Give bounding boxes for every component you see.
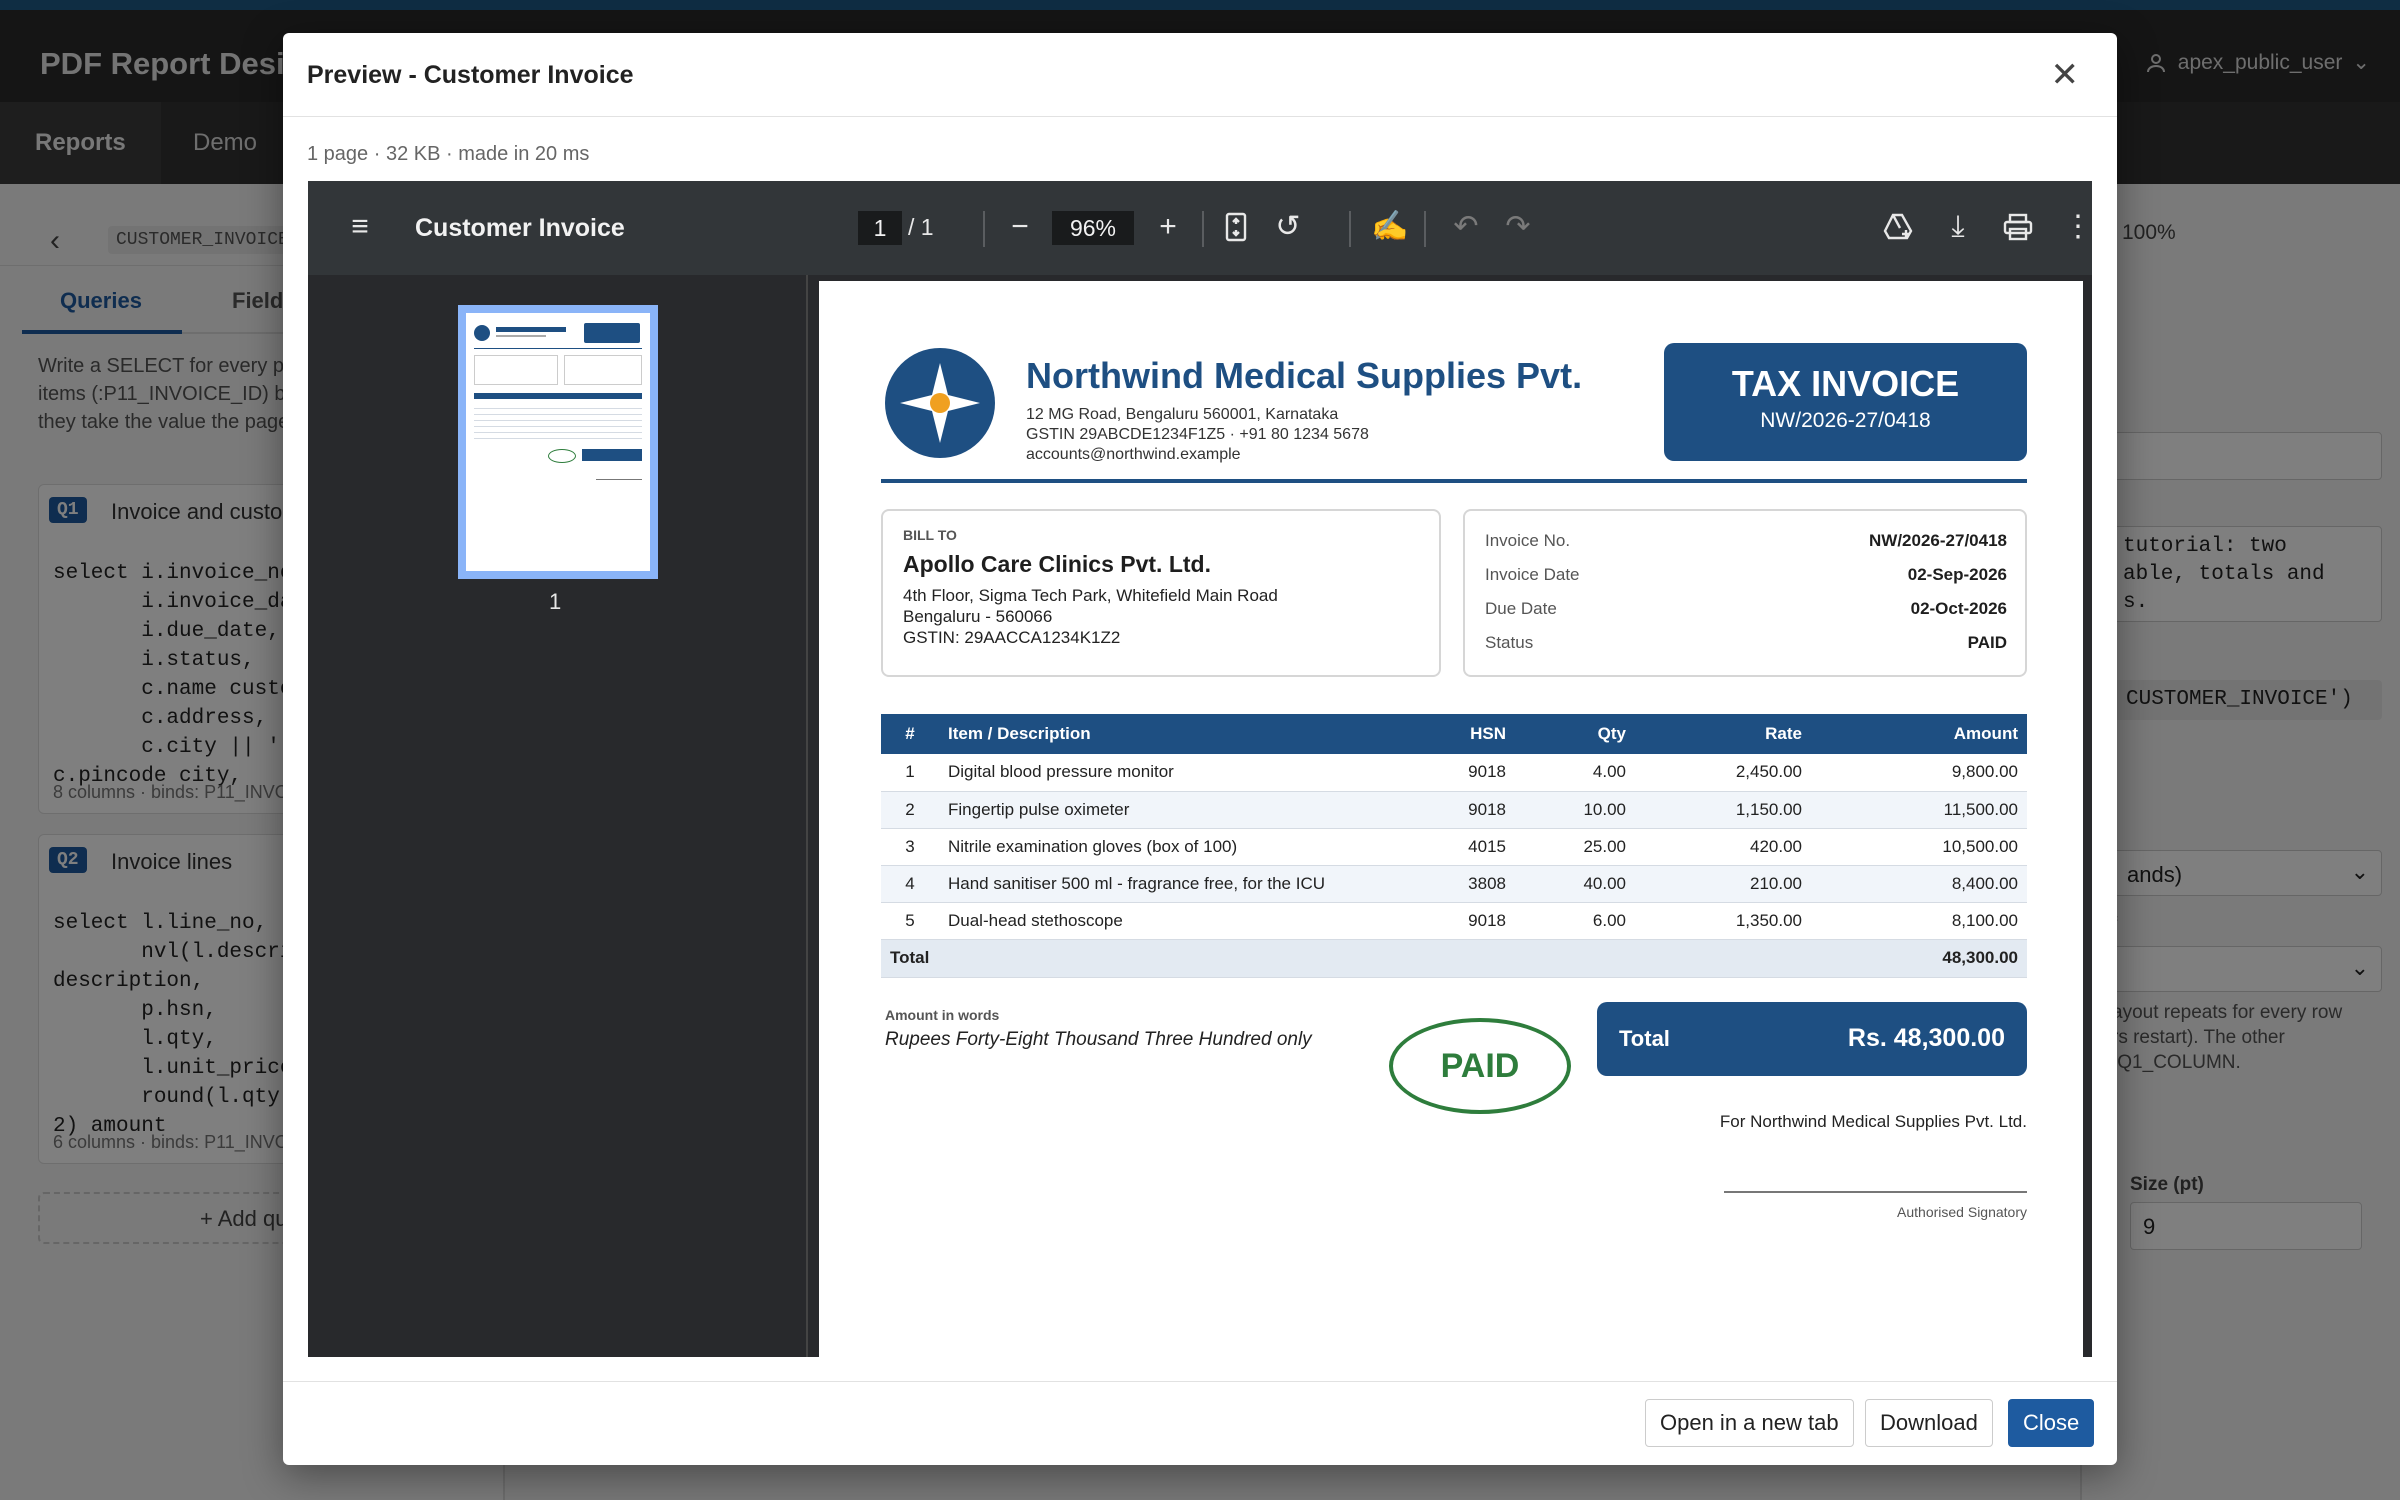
page-number-input[interactable]: 1	[858, 211, 902, 245]
toolbar-divider	[1424, 211, 1426, 247]
menu-icon[interactable]: ≡	[338, 203, 382, 251]
grand-total-label: Total	[1619, 1026, 1670, 1051]
invoice-details-box: Invoice No. NW/2026-27/0418 Invoice Date 0…	[1463, 509, 2027, 677]
save-drive-icon[interactable]	[1876, 203, 1920, 257]
bill-to-name: Apollo Care Clinics Pvt. Ltd.	[903, 551, 1211, 577]
toolbar-divider	[1349, 211, 1351, 247]
pdf-title: Customer Invoice	[415, 214, 625, 242]
fit-page-icon[interactable]	[1214, 203, 1258, 257]
info-row: Status PAID	[1485, 633, 2007, 652]
table-total-row: Total 48,300.00	[881, 939, 2027, 978]
line-items-table: # Item / Description HSN Qty Rate Amount…	[881, 714, 2027, 978]
info-row: Invoice Date 02-Sep-2026	[1485, 565, 2007, 584]
amount-in-words-label: Amount in words	[885, 1007, 1000, 1023]
company-name: Northwind Medical Supplies Pvt.	[1026, 355, 1583, 396]
company-address: 12 MG Road, Bengaluru 560001, Karnataka …	[1026, 406, 1369, 463]
signature-line	[1724, 1191, 2027, 1193]
table-row: 4 Hand sanitiser 500 ml - fragrance free,…	[881, 865, 2027, 903]
toolbar-divider	[983, 211, 985, 247]
for-company-line: For Northwind Medical Supplies Pvt. Ltd.	[1719, 1112, 2027, 1131]
company-logo	[885, 348, 995, 458]
info-row: Due Date 02-Oct-2026	[1485, 599, 2007, 618]
paid-stamp: PAID	[1389, 1018, 1571, 1114]
bill-to-label: BILL TO	[903, 527, 957, 543]
download-button[interactable]: Download	[1865, 1399, 1993, 1447]
tax-invoice-badge: TAX INVOICE NW/2026-27/0418	[1664, 343, 2027, 461]
amount-in-words: Rupees Forty-Eight Thousand Three Hundre…	[885, 1029, 1312, 1050]
preview-meta: 1 page · 32 KB · made in 20 ms	[307, 143, 590, 165]
zoom-out-icon[interactable]: −	[998, 203, 1042, 251]
header-rule	[881, 479, 2027, 483]
table-row: 3 Nitrile examination gloves (box of 100)…	[881, 828, 2027, 866]
rotate-icon[interactable]: ↺	[1266, 203, 1310, 251]
tax-invoice-title: TAX INVOICE	[1731, 363, 1960, 404]
table-row: 1 Digital blood pressure monitor 9018 4.00 2…	[881, 754, 2027, 792]
print-icon[interactable]	[1996, 203, 2040, 256]
info-row: Invoice No. NW/2026-27/0418	[1485, 531, 2007, 550]
thumbnail-page-number: 1	[549, 589, 562, 614]
dialog-header: Preview - Customer Invoice ✕	[283, 33, 2117, 117]
preview-dialog: Preview - Customer Invoice ✕ 1 page · 32…	[283, 33, 2117, 1465]
page-thumbnail[interactable]	[458, 305, 658, 579]
zoom-in-icon[interactable]: +	[1146, 203, 1190, 251]
table-row: 2 Fingertip pulse oximeter 9018 10.00 1,150.…	[881, 791, 2027, 829]
tax-invoice-number: NW/2026-27/0418	[1760, 409, 1931, 432]
more-options-icon[interactable]: ⋮	[2056, 203, 2092, 251]
toolbar-divider	[1202, 211, 1204, 247]
zoom-input[interactable]: 96%	[1052, 211, 1134, 245]
table-header-row: # Item / Description HSN Qty Rate Amount	[881, 714, 2027, 754]
pdf-viewer: ≡ Customer Invoice 1 / 1 − 96% + ↺ ✍ ↶ ↷…	[308, 181, 2092, 1357]
close-button[interactable]: Close	[2008, 1399, 2095, 1447]
dialog-footer: Open in a new tab Download Close	[283, 1381, 2117, 1465]
table-row: 5 Dual-head stethoscope 9018 6.00 1,350.00 8,…	[881, 902, 2027, 940]
thumbnail-preview	[466, 313, 650, 571]
dialog-title: Preview - Customer Invoice	[307, 61, 634, 89]
thumbnail-sidebar: 1	[308, 275, 808, 1357]
undo-icon[interactable]: ↶	[1444, 203, 1488, 251]
bill-to-box: BILL TO Apollo Care Clinics Pvt. Ltd. 4t…	[881, 509, 1441, 677]
signatory-label: Authorised Signatory	[1897, 1204, 2027, 1220]
annotate-icon[interactable]: ✍	[1368, 203, 1412, 251]
download-icon[interactable]: ⤓	[1936, 203, 1980, 251]
open-in-new-tab-button[interactable]: Open in a new tab	[1645, 1399, 1854, 1447]
close-icon[interactable]: ✕	[2051, 55, 2080, 95]
bill-to-address: 4th Floor, Sigma Tech Park, Whitefield M…	[903, 586, 1278, 647]
pdf-toolbar: ≡ Customer Invoice 1 / 1 − 96% + ↺ ✍ ↶ ↷…	[308, 181, 2092, 275]
invoice-page: Northwind Medical Supplies Pvt. 12 MG Ro…	[819, 281, 2083, 1357]
grand-total-box: Total Rs. 48,300.00	[1597, 1002, 2027, 1076]
grand-total-value: Rs. 48,300.00	[1847, 1024, 2005, 1052]
redo-icon[interactable]: ↷	[1496, 203, 1540, 251]
page-total: / 1	[908, 214, 934, 240]
